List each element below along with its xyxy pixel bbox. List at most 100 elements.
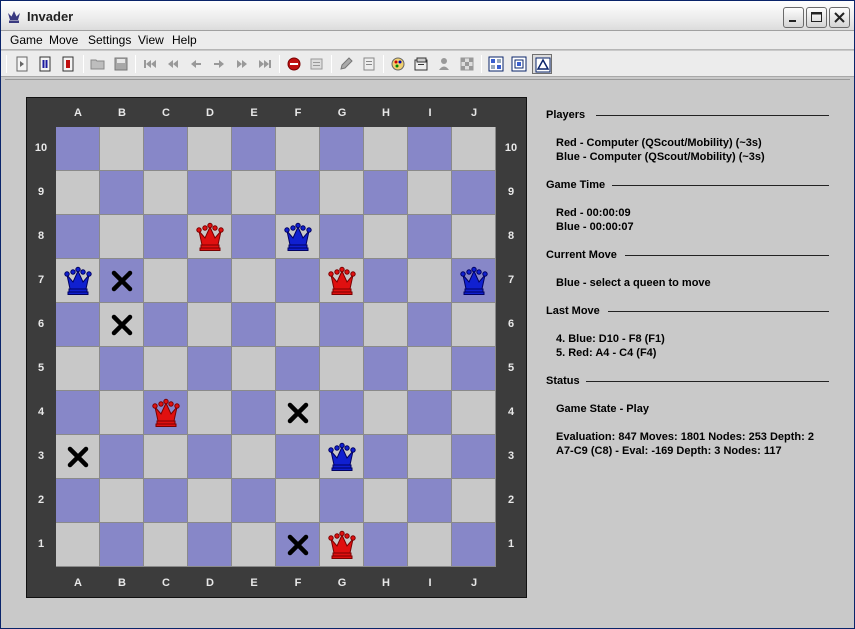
mobility-button[interactable] [532,54,552,74]
board-square-G1[interactable] [320,523,364,567]
red-queen-icon[interactable] [326,529,358,561]
board-square-A3[interactable] [56,435,100,479]
menu-move[interactable]: Move [49,33,78,47]
board-square-H5[interactable] [364,347,408,391]
board-square-H3[interactable] [364,435,408,479]
board-square-G6[interactable] [320,303,364,347]
board-square-F6[interactable] [276,303,320,347]
board-square-E8[interactable] [232,215,276,259]
board-square-A8[interactable] [56,215,100,259]
board-square-H1[interactable] [364,523,408,567]
board-square-C8[interactable] [144,215,188,259]
board-square-D3[interactable] [188,435,232,479]
board-square-G3[interactable] [320,435,364,479]
board-square-D7[interactable] [188,259,232,303]
board-square-I5[interactable] [408,347,452,391]
back-button[interactable] [186,54,206,74]
board-square-B4[interactable] [100,391,144,435]
board-button[interactable] [457,54,477,74]
settings-button[interactable] [411,54,431,74]
play-button[interactable] [13,54,33,74]
board-square-C7[interactable] [144,259,188,303]
maximize-button[interactable] [806,7,827,28]
notes-button[interactable] [359,54,379,74]
blue-queen-icon[interactable] [282,221,314,253]
board-square-F8[interactable] [276,215,320,259]
blue-queen-icon[interactable] [326,441,358,473]
board-square-E6[interactable] [232,303,276,347]
board-square-G9[interactable] [320,171,364,215]
board-square-C2[interactable] [144,479,188,523]
board-square-C6[interactable] [144,303,188,347]
board-square-B1[interactable] [100,523,144,567]
board-square-B8[interactable] [100,215,144,259]
board-square-C10[interactable] [144,127,188,171]
board-square-J8[interactable] [452,215,496,259]
board-square-F9[interactable] [276,171,320,215]
board-square-H2[interactable] [364,479,408,523]
board-square-J1[interactable] [452,523,496,567]
board-square-B9[interactable] [100,171,144,215]
board-square-E10[interactable] [232,127,276,171]
red-queen-icon[interactable] [194,221,226,253]
board-square-B7[interactable] [100,259,144,303]
board-square-J2[interactable] [452,479,496,523]
board-square-A9[interactable] [56,171,100,215]
board-square-D5[interactable] [188,347,232,391]
board-square-I3[interactable] [408,435,452,479]
board-square-J4[interactable] [452,391,496,435]
board-square-J9[interactable] [452,171,496,215]
board-square-E1[interactable] [232,523,276,567]
edit-button[interactable] [336,54,356,74]
board-square-H7[interactable] [364,259,408,303]
resign-button[interactable] [284,54,304,74]
board-square-I1[interactable] [408,523,452,567]
board-square-D1[interactable] [188,523,232,567]
board-square-C9[interactable] [144,171,188,215]
board-square-A2[interactable] [56,479,100,523]
board-square-F5[interactable] [276,347,320,391]
board-square-H6[interactable] [364,303,408,347]
stop-button[interactable] [59,54,79,74]
minimize-button[interactable] [783,7,804,28]
board-square-I6[interactable] [408,303,452,347]
board-square-J6[interactable] [452,303,496,347]
player-button[interactable] [434,54,454,74]
back-fast-button[interactable] [163,54,183,74]
board-square-I8[interactable] [408,215,452,259]
board-square-D6[interactable] [188,303,232,347]
board-square-C5[interactable] [144,347,188,391]
board-square-C1[interactable] [144,523,188,567]
board-square-I10[interactable] [408,127,452,171]
board-square-G5[interactable] [320,347,364,391]
board-square-J5[interactable] [452,347,496,391]
board-square-E2[interactable] [232,479,276,523]
board-square-H10[interactable] [364,127,408,171]
board-square-D10[interactable] [188,127,232,171]
board-square-B2[interactable] [100,479,144,523]
board-square-F2[interactable] [276,479,320,523]
board-square-J3[interactable] [452,435,496,479]
board-square-H8[interactable] [364,215,408,259]
board-square-H4[interactable] [364,391,408,435]
board-square-I4[interactable] [408,391,452,435]
board-square-E3[interactable] [232,435,276,479]
board-square-F7[interactable] [276,259,320,303]
board-square-G8[interactable] [320,215,364,259]
board-square-D2[interactable] [188,479,232,523]
forward-fast-button[interactable] [232,54,252,74]
board-square-F4[interactable] [276,391,320,435]
board-square-E7[interactable] [232,259,276,303]
forward-button[interactable] [209,54,229,74]
board-square-A7[interactable] [56,259,100,303]
board-square-H9[interactable] [364,171,408,215]
board-square-G10[interactable] [320,127,364,171]
board-square-B3[interactable] [100,435,144,479]
red-queen-icon[interactable] [326,265,358,297]
board-square-A6[interactable] [56,303,100,347]
board-square-J10[interactable] [452,127,496,171]
open-button[interactable] [88,54,108,74]
board-square-G2[interactable] [320,479,364,523]
menu-settings[interactable]: Settings [88,33,131,47]
save-button[interactable] [111,54,131,74]
